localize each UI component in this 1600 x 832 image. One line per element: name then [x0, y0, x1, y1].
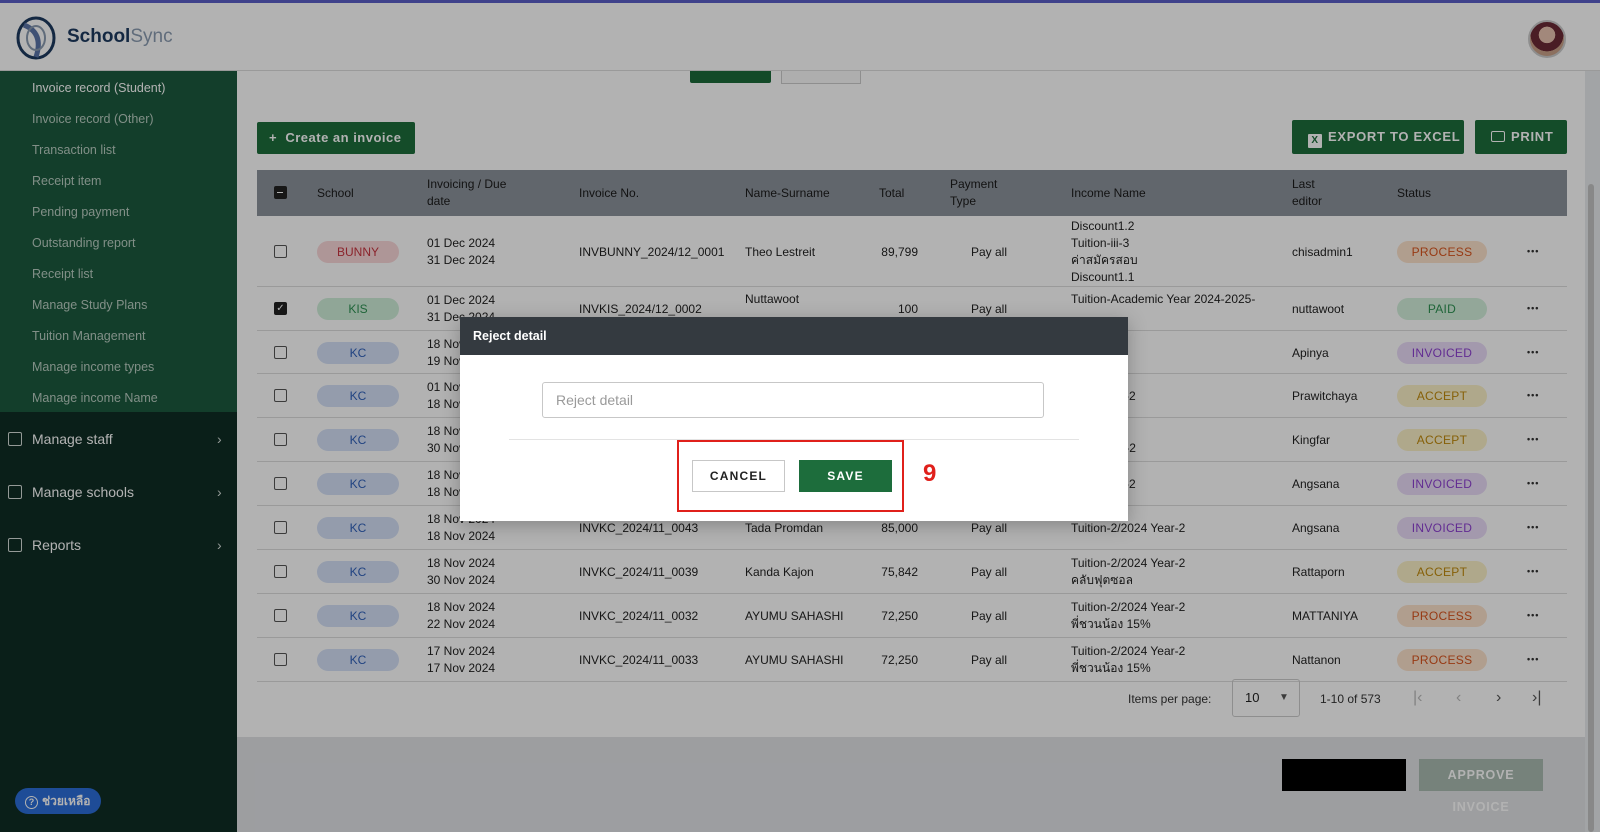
reject-detail-input[interactable]: [542, 382, 1044, 418]
dialog-title: Reject detail: [460, 317, 1128, 355]
highlight-box: [677, 440, 904, 512]
step-number: 9: [923, 460, 937, 487]
